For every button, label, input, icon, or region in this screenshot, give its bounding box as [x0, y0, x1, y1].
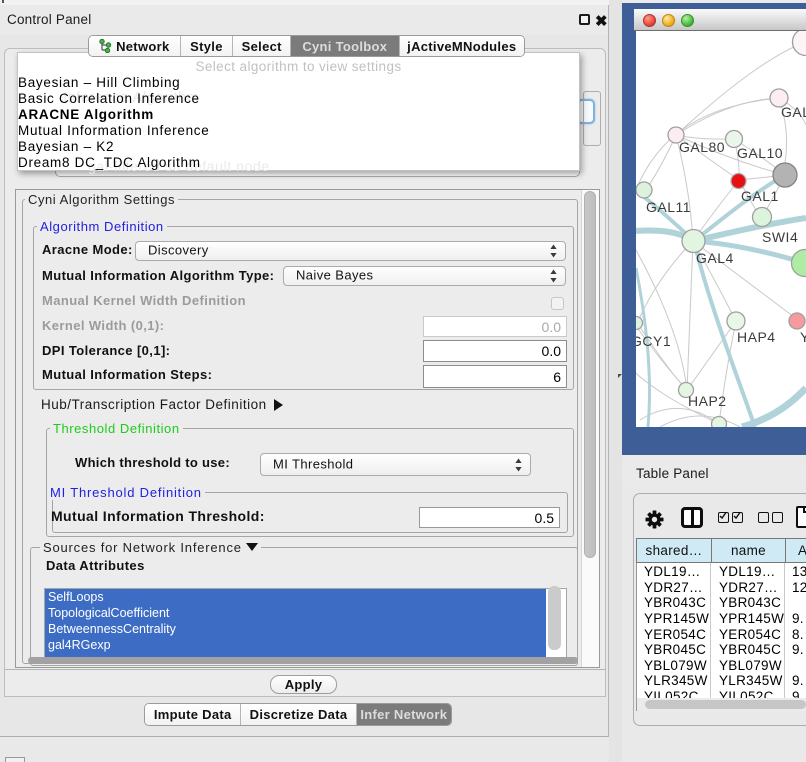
svg-text:SWI4: SWI4	[762, 229, 798, 245]
svg-text:GAL11: GAL11	[646, 199, 691, 215]
svg-text:GCY1: GCY1	[636, 333, 671, 349]
svg-text:GAL4: GAL4	[696, 250, 734, 266]
svg-text:GAL80: GAL80	[679, 139, 725, 155]
svg-text:GAL10: GAL10	[737, 145, 783, 161]
svg-text:HAP4: HAP4	[737, 329, 776, 345]
svg-text:GAL7: GAL7	[781, 104, 806, 120]
svg-text:Y: Y	[800, 329, 806, 345]
svg-text:HAP2: HAP2	[688, 393, 727, 409]
svg-text:GAL1: GAL1	[741, 188, 779, 204]
